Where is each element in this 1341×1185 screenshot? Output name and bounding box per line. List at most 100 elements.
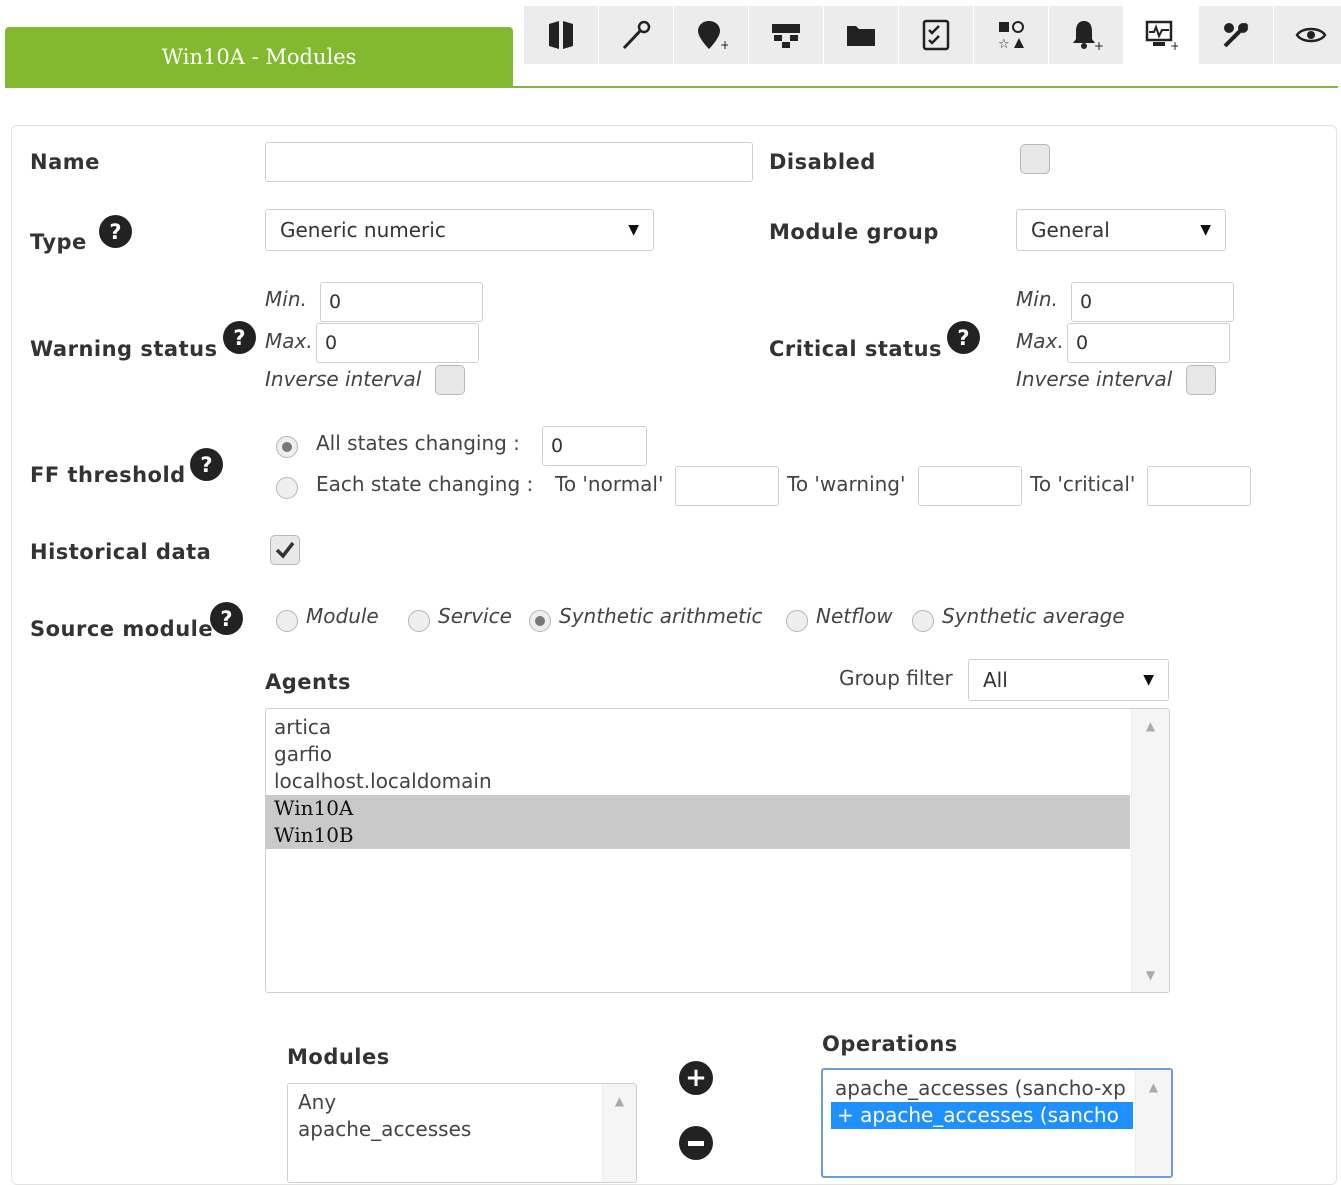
warning-min-input[interactable] (320, 282, 483, 322)
agents-listbox[interactable]: artica garfio localhost.localdomain Win1… (265, 708, 1170, 993)
scroll-up-icon[interactable]: ▲ (1132, 719, 1169, 733)
add-location-icon[interactable]: + (674, 6, 748, 64)
source-option-service: Service (438, 604, 512, 628)
disabled-checkbox[interactable] (1020, 144, 1050, 174)
scroll-down-icon[interactable]: ▼ (1132, 968, 1169, 982)
source-option-synthetic-arithmetic: Synthetic arithmetic (559, 604, 763, 628)
source-option-module: Module (306, 604, 379, 628)
ff-threshold-label: FF threshold (30, 463, 186, 487)
group-filter-label: Group filter (839, 666, 953, 690)
agent-view-icon[interactable] (524, 6, 598, 64)
svg-text:☆: ☆ (998, 37, 1010, 52)
eye-icon[interactable] (1274, 6, 1341, 64)
type-select-value: Generic numeric (280, 218, 446, 242)
critical-min-label: Min. (1016, 287, 1058, 311)
group-filter-select[interactable]: All ▼ (968, 659, 1169, 701)
type-label: Type (30, 230, 87, 254)
ff-all-states-label: All states changing : (316, 431, 520, 455)
name-label: Name (30, 150, 100, 174)
ff-to-critical-label: To 'critical' (1030, 472, 1136, 496)
list-item[interactable]: artica (266, 714, 1130, 741)
ff-each-state-radio[interactable] (276, 477, 298, 499)
warning-status-label: Warning status (30, 337, 218, 361)
source-help-icon[interactable]: ? (210, 602, 243, 635)
ff-to-normal-label: To 'normal' (555, 472, 664, 496)
ff-to-normal-input[interactable] (675, 466, 779, 506)
folder-icon[interactable] (824, 6, 898, 64)
add-alert-icon[interactable]: + (1049, 6, 1123, 64)
chevron-down-icon: ▼ (1200, 222, 1211, 238)
svg-text:+: + (1094, 39, 1103, 52)
module-group-label: Module group (769, 220, 939, 244)
header-divider (5, 86, 1338, 88)
list-item-selected[interactable]: Win10B (266, 822, 1130, 849)
ff-to-warning-input[interactable] (918, 466, 1022, 506)
module-group-select[interactable]: General ▼ (1016, 209, 1226, 251)
list-item[interactable]: apache_accesses (290, 1116, 600, 1143)
toolbar: + ☆ + + (524, 6, 1341, 64)
scroll-up-icon[interactable]: ▲ (1136, 1080, 1171, 1094)
source-radio-synthetic-arithmetic[interactable] (529, 610, 551, 632)
critical-max-label: Max. (1016, 329, 1064, 353)
critical-status-label: Critical status (769, 337, 943, 361)
warning-inverse-checkbox[interactable] (435, 365, 465, 395)
critical-max-input[interactable] (1067, 323, 1230, 363)
disabled-label: Disabled (769, 150, 876, 174)
network-icon[interactable] (749, 6, 823, 64)
module-group-value: General (1031, 218, 1110, 242)
warning-inverse-label: Inverse interval (265, 367, 422, 391)
ff-to-critical-input[interactable] (1147, 466, 1251, 506)
scroll-up-icon[interactable]: ▲ (603, 1094, 636, 1108)
chevron-down-icon: ▼ (1143, 672, 1154, 688)
historical-data-checkbox[interactable] (270, 535, 300, 565)
group-filter-value: All (983, 668, 1008, 692)
add-module-icon[interactable]: + (1124, 6, 1198, 64)
source-radio-module[interactable] (276, 610, 298, 632)
source-radio-netflow[interactable] (786, 610, 808, 632)
critical-inverse-checkbox[interactable] (1186, 365, 1216, 395)
checklist-icon[interactable] (899, 6, 973, 64)
list-item-selected[interactable]: + apache_accesses (sancho (831, 1102, 1133, 1129)
historical-data-label: Historical data (30, 540, 212, 564)
source-option-netflow: Netflow (816, 604, 893, 628)
list-item[interactable]: Any (290, 1089, 600, 1116)
list-item[interactable]: garfio (266, 741, 1130, 768)
warning-max-input[interactable] (316, 323, 479, 363)
warning-max-label: Max. (265, 329, 313, 353)
ff-all-states-input[interactable] (542, 426, 647, 466)
ff-all-states-radio[interactable] (276, 436, 298, 458)
type-select[interactable]: Generic numeric ▼ (265, 209, 654, 251)
agents-label: Agents (265, 670, 352, 694)
page-title: Win10A - Modules (5, 27, 513, 87)
source-option-synthetic-average: Synthetic average (942, 604, 1125, 628)
add-operation-button[interactable]: + (679, 1061, 713, 1095)
critical-min-input[interactable] (1071, 282, 1234, 322)
source-module-label: Source module (30, 617, 214, 641)
chevron-down-icon: ▼ (628, 222, 639, 238)
critical-help-icon[interactable]: ? (947, 321, 980, 354)
agents-scrollbar[interactable]: ▲ ▼ (1131, 709, 1169, 992)
source-radio-synthetic-average[interactable] (912, 610, 934, 632)
checkmark-icon (275, 541, 295, 559)
type-help-icon[interactable]: ? (99, 215, 132, 248)
warning-min-label: Min. (265, 287, 307, 311)
name-input[interactable] (265, 142, 753, 182)
warning-help-icon[interactable]: ? (223, 321, 256, 354)
modules-listbox[interactable]: Any apache_accesses ▲ (287, 1083, 637, 1183)
list-item-selected[interactable]: Win10A (266, 795, 1130, 822)
wand-icon[interactable] (599, 6, 673, 64)
svg-text:+: + (720, 38, 728, 52)
modules-label: Modules (287, 1045, 390, 1069)
plus-icon: + (685, 1063, 707, 1093)
tools-icon[interactable] (1199, 6, 1273, 64)
ff-to-warning-label: To 'warning' (787, 472, 906, 496)
remove-operation-button[interactable] (679, 1126, 713, 1160)
operations-label: Operations (822, 1032, 958, 1056)
list-item[interactable]: localhost.localdomain (266, 768, 1130, 795)
svg-text:+: + (1170, 39, 1178, 52)
modules-scrollbar[interactable]: ▲ (602, 1084, 636, 1182)
ff-help-icon[interactable]: ? (190, 448, 223, 481)
source-radio-service[interactable] (408, 610, 430, 632)
shapes-icon[interactable]: ☆ (974, 6, 1048, 64)
list-item[interactable]: apache_accesses (sancho-xp (825, 1075, 1133, 1102)
